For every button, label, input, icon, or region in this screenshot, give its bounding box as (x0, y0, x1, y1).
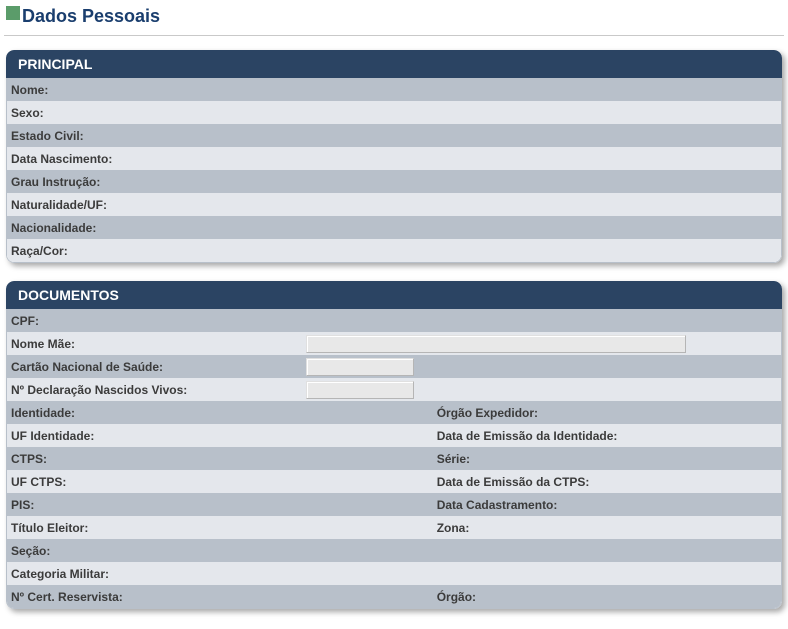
documentos-row: Título Eleitor: Zona: (7, 516, 781, 539)
documentos-value (107, 411, 433, 415)
principal-row: Nacionalidade: (7, 216, 781, 239)
principal-row: Data Nascimento: (7, 147, 781, 170)
principal-label: Sexo: (7, 103, 107, 123)
principal-row: Naturalidade/UF: (7, 193, 781, 216)
principal-label: Nome: (7, 80, 107, 100)
value-cpf (107, 319, 781, 323)
documentos-row: PIS: Data Cadastramento: (7, 493, 781, 516)
row-reservista: Nº Cert. Reservista: Órgão: (7, 585, 781, 608)
label-dnv: Nº Declaração Nascidos Vivos: (7, 380, 302, 400)
documentos-label: Zona: (433, 518, 476, 538)
panel-principal-body: Nome: Sexo: Estado Civil: Data Nascimento: G… (6, 78, 782, 263)
principal-label: Nacionalidade: (7, 218, 107, 238)
principal-label: Data Nascimento: (7, 149, 118, 169)
row-categoria-militar: Categoria Militar: (7, 562, 781, 585)
panel-principal-header: PRINCIPAL (6, 50, 782, 78)
panel-documentos: DOCUMENTOS CPF: Nome Mãe: Cartão Naciona… (6, 281, 782, 609)
documentos-label: CTPS: (7, 449, 107, 469)
row-cpf: CPF: (7, 309, 781, 332)
documentos-value (107, 457, 433, 461)
principal-row: Estado Civil: (7, 124, 781, 147)
principal-value (118, 157, 781, 161)
documentos-label: UF CTPS: (7, 472, 107, 492)
label-cpf: CPF: (7, 311, 107, 331)
principal-row: Nome: (7, 78, 781, 101)
principal-value (107, 88, 781, 92)
documentos-label: Identidade: (7, 403, 107, 423)
documentos-value (476, 457, 781, 461)
documentos-value (595, 480, 781, 484)
principal-label: Estado Civil: (7, 126, 107, 146)
documentos-value (475, 526, 781, 530)
principal-value (107, 111, 781, 115)
principal-row: Grau Instrução: (7, 170, 781, 193)
documentos-label: Órgão Expedidor: (433, 403, 544, 423)
row-cns: Cartão Nacional de Saúde: (7, 355, 781, 378)
panel-principal: PRINCIPAL Nome: Sexo: Estado Civil: Data Na… (6, 50, 782, 263)
principal-label: Naturalidade/UF: (7, 195, 113, 215)
label-cns: Cartão Nacional de Saúde: (7, 357, 302, 377)
page-title-text: Dados Pessoais (22, 6, 160, 26)
principal-label: Grau Instrução: (7, 172, 107, 192)
input-nome-mae[interactable] (306, 335, 686, 353)
value-reservista (129, 595, 433, 599)
documentos-value (623, 434, 781, 438)
documentos-value (563, 503, 781, 507)
documentos-value (107, 503, 433, 507)
principal-value (113, 203, 781, 207)
documentos-value (107, 526, 433, 530)
principal-row: Sexo: (7, 101, 781, 124)
input-dnv[interactable] (306, 381, 414, 399)
principal-value (107, 249, 781, 253)
page-title: Dados Pessoais (4, 2, 784, 36)
documentos-label: Data Cadastramento: (433, 495, 564, 515)
principal-value (107, 180, 781, 184)
principal-value (107, 134, 781, 138)
label-nome-mae: Nome Mãe: (7, 334, 302, 354)
documentos-value (544, 411, 781, 415)
documentos-label: UF Identidade: (7, 426, 107, 446)
value-categoria-militar (115, 572, 781, 576)
principal-label: Raça/Cor: (7, 241, 107, 261)
panel-documentos-header: DOCUMENTOS (6, 281, 782, 309)
row-dnv: Nº Declaração Nascidos Vivos: (7, 378, 781, 401)
documentos-label: PIS: (7, 495, 107, 515)
row-nome-mae: Nome Mãe: (7, 332, 781, 355)
page-icon (6, 6, 20, 20)
documentos-label: Data de Emissão da Identidade: (433, 426, 624, 446)
label-secao: Seção: (7, 541, 107, 561)
panel-documentos-body: CPF: Nome Mãe: Cartão Nacional de Saúde:… (6, 309, 782, 609)
documentos-row: Identidade: Órgão Expedidor: (7, 401, 781, 424)
documentos-row: UF CTPS: Data de Emissão da CTPS: (7, 470, 781, 493)
documentos-value (107, 480, 433, 484)
documentos-label: Título Eleitor: (7, 518, 107, 538)
value-orgao (482, 595, 781, 599)
label-reservista: Nº Cert. Reservista: (7, 587, 129, 607)
row-secao: Seção: (7, 539, 781, 562)
label-categoria-militar: Categoria Militar: (7, 564, 115, 584)
documentos-row: UF Identidade: Data de Emissão da Identid… (7, 424, 781, 447)
label-orgao: Órgão: (433, 587, 482, 607)
value-secao (107, 549, 781, 553)
principal-value (107, 226, 781, 230)
documentos-row: CTPS: Série: (7, 447, 781, 470)
documentos-label: Série: (433, 449, 476, 469)
documentos-value (107, 434, 433, 438)
principal-row: Raça/Cor: (7, 239, 781, 262)
input-cns[interactable] (306, 358, 414, 376)
documentos-label: Data de Emissão da CTPS: (433, 472, 596, 492)
